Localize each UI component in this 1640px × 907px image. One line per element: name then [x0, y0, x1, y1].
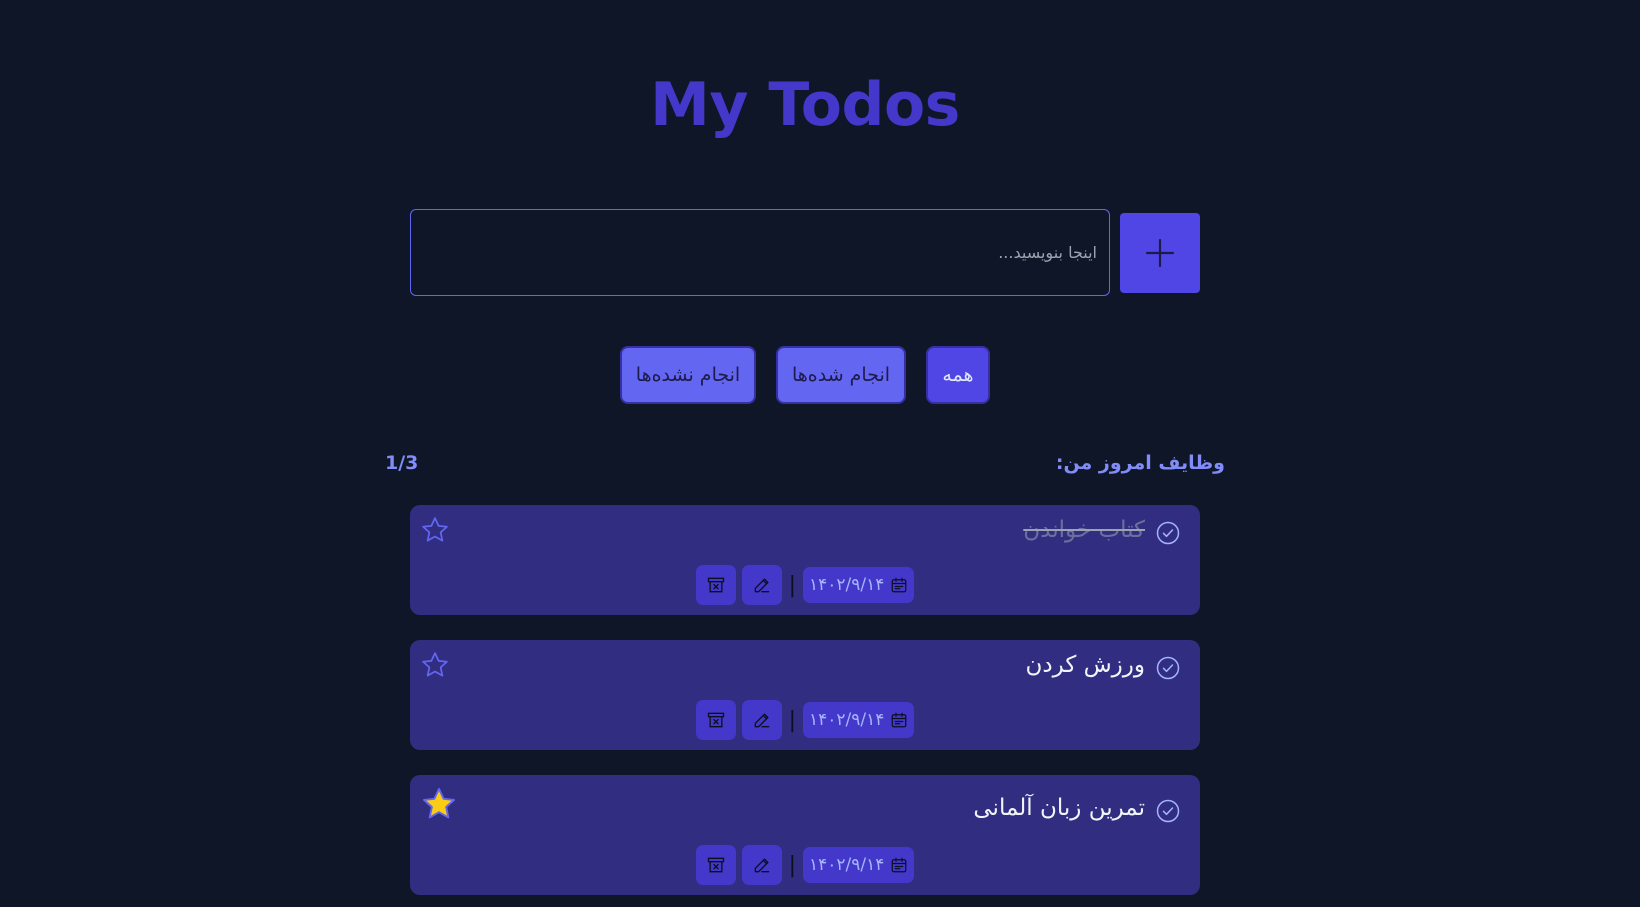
todo-text: تمرین زبان آلمانی: [973, 795, 1145, 821]
todo-actions: | ۱۴۰۲/۹/۱۴: [410, 845, 1200, 885]
archive-button[interactable]: [695, 845, 736, 885]
archive-button[interactable]: [695, 565, 736, 605]
todo-item: ورزش کردن | ۱۴۰۲/۹/۱۴: [410, 640, 1200, 750]
separator: |: [788, 707, 797, 733]
calendar-icon: [892, 857, 907, 873]
todo-item: کتاب خواندن | ۱۴۰۲/۹/۱۴: [410, 505, 1200, 615]
calendar-icon: [892, 577, 907, 593]
add-todo-button[interactable]: [1120, 213, 1200, 293]
filter-bar: انجام نشده‌ها انجام شده‌ها همه: [0, 346, 1610, 404]
todo-actions: | ۱۴۰۲/۹/۱۴: [410, 565, 1200, 605]
edit-icon: [754, 713, 769, 728]
todo-date: ۱۴۰۲/۹/۱۴: [809, 710, 885, 730]
todo-input-wrapper: [410, 209, 1110, 296]
check-circle-icon[interactable]: [1156, 521, 1180, 545]
check-circle-icon[interactable]: [1156, 799, 1180, 823]
calendar-icon: [892, 712, 907, 728]
todo-input[interactable]: [411, 210, 1109, 295]
filter-undone-button[interactable]: انجام نشده‌ها: [620, 346, 756, 404]
date-badge: ۱۴۰۲/۹/۱۴: [803, 847, 915, 883]
filter-done-button[interactable]: انجام شده‌ها: [776, 346, 906, 404]
filter-all-button[interactable]: همه: [926, 346, 990, 404]
page-title: My Todos: [650, 70, 960, 140]
check-circle-icon[interactable]: [1156, 656, 1180, 680]
date-badge: ۱۴۰۲/۹/۱۴: [803, 702, 915, 738]
todo-date: ۱۴۰۲/۹/۱۴: [809, 575, 885, 595]
todo-actions: | ۱۴۰۲/۹/۱۴: [410, 700, 1200, 740]
todo-app: My Todos انجام نشده‌ها انجام شده‌ها همه …: [0, 0, 1640, 907]
separator: |: [788, 572, 797, 598]
archive-icon: [707, 577, 724, 593]
todo-item: تمرین زبان آلمانی | ۱۴۰۲/۹/۱۴: [410, 775, 1200, 895]
star-outline-icon[interactable]: [420, 650, 450, 680]
todo-date: ۱۴۰۲/۹/۱۴: [809, 855, 885, 875]
todo-text: کتاب خواندن: [1023, 517, 1145, 543]
archive-button[interactable]: [695, 700, 736, 740]
star-outline-icon[interactable]: [420, 515, 450, 545]
edit-button[interactable]: [741, 565, 782, 605]
list-header: 1/3 وظایف امروز من:: [385, 452, 1225, 474]
archive-icon: [707, 857, 724, 873]
separator: |: [788, 852, 797, 878]
edit-button[interactable]: [741, 845, 782, 885]
list-heading: وظایف امروز من:: [1055, 452, 1225, 474]
date-badge: ۱۴۰۲/۹/۱۴: [803, 567, 915, 603]
done-counter: 1/3: [385, 452, 419, 474]
edit-icon: [754, 858, 769, 873]
star-filled-icon[interactable]: [420, 785, 458, 823]
plus-icon: [1145, 238, 1175, 268]
edit-icon: [754, 578, 769, 593]
todo-text: ورزش کردن: [1025, 652, 1145, 678]
archive-icon: [707, 712, 724, 728]
edit-button[interactable]: [741, 700, 782, 740]
